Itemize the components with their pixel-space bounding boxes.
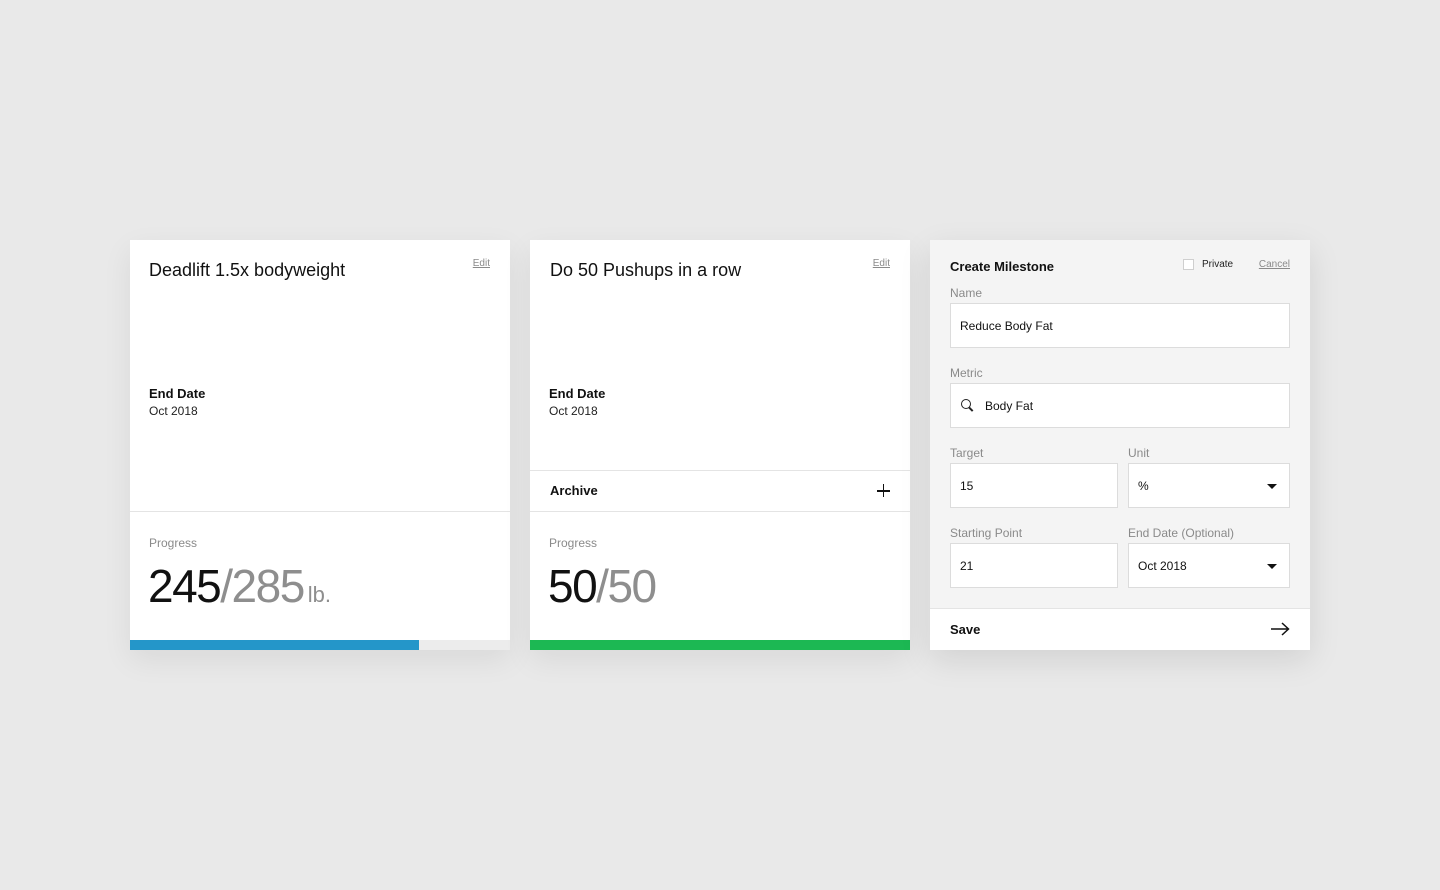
- starting-point-input[interactable]: 21: [950, 543, 1118, 588]
- milestone-card-deadlift: Deadlift 1.5x bodyweight Edit End Date O…: [130, 240, 510, 650]
- milestone-card-pushups: Do 50 Pushups in a row Edit End Date Oct…: [530, 240, 910, 650]
- archive-label: Archive: [550, 483, 598, 498]
- divider: [530, 511, 910, 512]
- target-input[interactable]: 15: [950, 463, 1118, 508]
- metric-label: Metric: [950, 366, 983, 380]
- progress-current: 245: [148, 560, 222, 612]
- unit-select-value: %: [1138, 478, 1149, 493]
- starting-point-input-value: 21: [960, 558, 974, 573]
- starting-point-label: Starting Point: [950, 526, 1023, 540]
- progress-bar-fill: [130, 640, 419, 650]
- form-title: Create Milestone: [950, 259, 1055, 274]
- save-button[interactable]: Save: [930, 608, 1310, 650]
- name-label: Name: [950, 286, 983, 300]
- milestone-title: Deadlift 1.5x bodyweight: [149, 260, 346, 280]
- progress-unit: lb.: [307, 582, 332, 607]
- progress-label: Progress: [549, 536, 598, 550]
- end-date-label: End Date: [549, 386, 606, 401]
- milestone-title: Do 50 Pushups in a row: [550, 260, 742, 280]
- unit-select[interactable]: %: [1128, 463, 1290, 508]
- divider: [130, 511, 510, 512]
- target-label: Target: [950, 446, 984, 460]
- progress-label: Progress: [149, 536, 198, 550]
- end-date-label: End Date: [149, 386, 206, 401]
- private-label: Private: [1202, 258, 1234, 270]
- caret-down-icon: [1267, 484, 1277, 489]
- arrow-right-icon: [1271, 622, 1290, 636]
- edit-link[interactable]: Edit: [873, 258, 890, 269]
- archive-button[interactable]: Archive: [530, 470, 910, 511]
- plus-icon: [877, 484, 890, 497]
- unit-label: Unit: [1128, 446, 1150, 460]
- progress-target: 50: [607, 560, 657, 612]
- end-date-optional-label: End Date (Optional): [1128, 526, 1235, 540]
- end-date-value: Oct 2018: [149, 404, 198, 418]
- progress-bar-fill: [530, 640, 910, 650]
- progress-value: 245/285 lb.: [148, 556, 331, 625]
- metric-search-input[interactable]: Body Fat: [950, 383, 1290, 428]
- name-input[interactable]: Reduce Body Fat: [950, 303, 1290, 348]
- private-checkbox[interactable]: [1183, 258, 1194, 270]
- create-milestone-form: Create Milestone Private Cancel Name Red…: [930, 240, 1310, 650]
- progress-value: 50/50: [548, 556, 657, 616]
- progress-current: 50: [548, 560, 598, 612]
- edit-link[interactable]: Edit: [473, 258, 490, 269]
- end-date-select[interactable]: Oct 2018: [1128, 543, 1290, 588]
- progress-separator: /: [220, 560, 233, 612]
- save-label: Save: [950, 622, 981, 637]
- caret-down-icon: [1267, 564, 1277, 569]
- name-input-value: Reduce Body Fat: [960, 318, 1053, 333]
- search-icon: [961, 399, 974, 412]
- metric-input-value: Body Fat: [985, 398, 1034, 413]
- progress-bar: [130, 640, 510, 650]
- progress-target: 285: [231, 560, 306, 612]
- target-input-value: 15: [960, 478, 974, 493]
- progress-bar: [530, 640, 910, 650]
- cancel-link[interactable]: Cancel: [1259, 259, 1290, 270]
- private-toggle[interactable]: Private: [1183, 258, 1233, 270]
- end-date-select-value: Oct 2018: [1138, 558, 1187, 573]
- end-date-value: Oct 2018: [549, 404, 598, 418]
- progress-separator: /: [596, 560, 609, 612]
